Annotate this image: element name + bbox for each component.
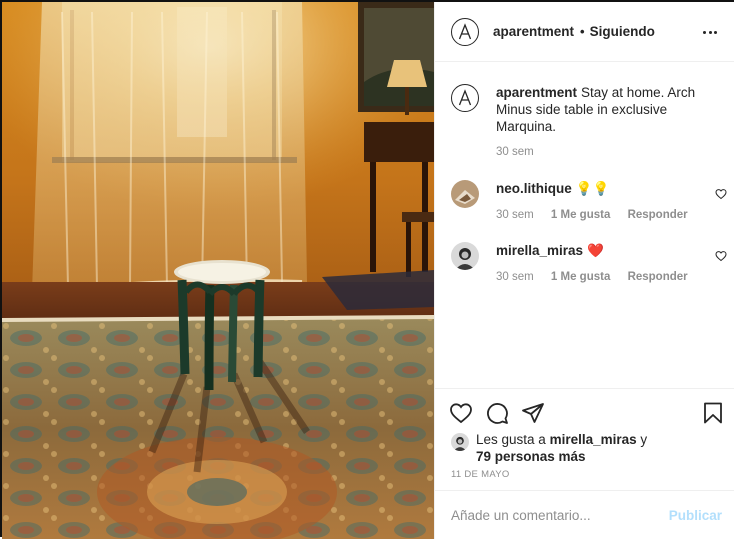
comment-time[interactable]: 30 sem <box>496 271 534 283</box>
mirella-miras-avatar-image <box>451 433 469 451</box>
comment-body: neo.lithique 💡💡 <box>496 180 726 197</box>
comment-text: ❤️ <box>587 243 604 258</box>
mirella-miras-avatar-image <box>451 242 479 270</box>
reply-button[interactable]: Responder <box>628 209 688 221</box>
share-send-icon[interactable] <box>521 401 545 425</box>
like-comment-heart-icon[interactable] <box>715 188 727 200</box>
comment-likes[interactable]: 1 Me gusta <box>551 209 610 221</box>
header-separator: • <box>580 24 585 39</box>
comment-meta: 30 sem 1 Me gusta Responder <box>496 209 702 221</box>
caption-username[interactable]: aparentment <box>496 85 577 100</box>
comment-input[interactable] <box>451 507 669 523</box>
like-comment-heart-icon[interactable] <box>715 250 727 262</box>
liker-username[interactable]: mirella_miras <box>550 432 637 447</box>
save-bookmark-icon[interactable] <box>701 401 725 425</box>
comment-meta: 30 sem 1 Me gusta Responder <box>496 271 702 283</box>
caption-meta: 30 sem <box>496 146 548 158</box>
arch-logo-icon <box>458 22 472 39</box>
comment-avatar[interactable] <box>451 242 479 270</box>
comment-body: mirella_miras ❤️ <box>496 242 726 259</box>
comment-bubble-icon[interactable] <box>485 401 509 425</box>
reply-button[interactable]: Responder <box>628 271 688 283</box>
likes-text: Les gusta a mirella_miras y 79 personas … <box>476 431 716 465</box>
comment-username[interactable]: neo.lithique <box>496 181 572 196</box>
comment-likes[interactable]: 1 Me gusta <box>551 271 610 283</box>
comment-text: 💡💡 <box>575 181 610 196</box>
post-side-panel: aparentment • Siguiendo aparentment Stay … <box>434 2 734 539</box>
comment-username[interactable]: mirella_miras <box>496 243 583 258</box>
comments-section: aparentment Stay at home. Arch Minus side… <box>435 62 734 388</box>
post-header: aparentment • Siguiendo <box>435 2 734 62</box>
comment-avatar[interactable] <box>451 180 479 208</box>
header-username[interactable]: aparentment <box>493 24 574 39</box>
following-button[interactable]: Siguiendo <box>590 24 655 39</box>
post-photo[interactable] <box>2 2 434 539</box>
caption-avatar[interactable] <box>451 84 479 112</box>
publish-button[interactable]: Publicar <box>669 508 722 523</box>
like-heart-icon[interactable] <box>449 401 473 425</box>
profile-avatar[interactable] <box>451 17 479 46</box>
likes-count-link[interactable]: 79 personas más <box>476 449 586 464</box>
post-actions: Les gusta a mirella_miras y 79 personas … <box>435 388 734 538</box>
room-photo-illustration <box>2 2 434 539</box>
post-date[interactable]: 11 DE MAYO <box>451 469 510 480</box>
likes-prefix: Les gusta a <box>476 432 546 447</box>
add-comment-bar: Publicar <box>435 490 734 539</box>
caption-body: aparentment Stay at home. Arch Minus side… <box>496 84 726 135</box>
likes-suffix: y <box>640 432 648 447</box>
neo-lithique-avatar-image <box>451 180 479 208</box>
more-options-icon[interactable] <box>698 22 722 42</box>
liker-avatar[interactable] <box>451 433 469 451</box>
comment-time[interactable]: 30 sem <box>496 209 534 221</box>
arch-logo-icon <box>458 89 472 106</box>
instagram-post-window: aparentment • Siguiendo aparentment Stay … <box>0 0 734 539</box>
caption-time[interactable]: 30 sem <box>496 146 534 158</box>
